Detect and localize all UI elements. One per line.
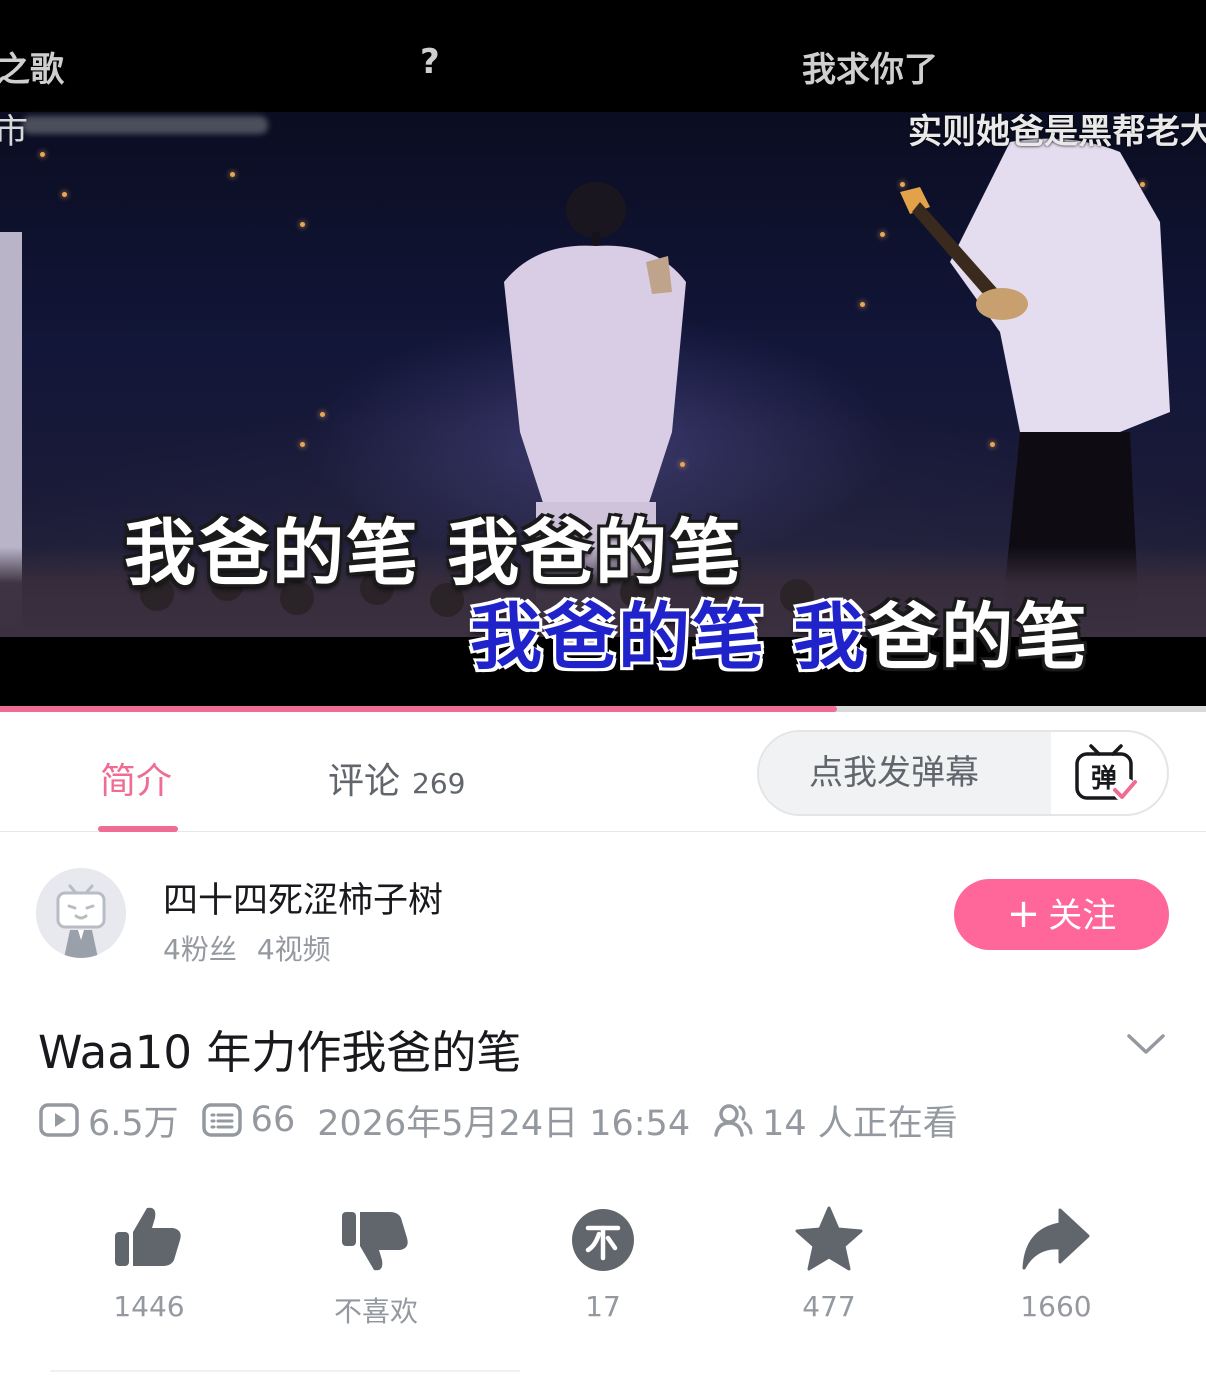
dislike-icon [342,1212,408,1271]
danmaku-comment: 市 [0,112,28,152]
share-count: 1660 [1020,1290,1092,1323]
viewers-icon [714,1104,753,1137]
uploader-stats: 4粉丝 4视频 [163,928,331,968]
video-player[interactable]: 之歌 ? 我求你了 市 实则她爸是黑帮老大 我爸的笔 我爸的笔 我爸的笔 我爸的… [0,0,1206,712]
like-count: 1446 [113,1290,185,1323]
danmaku-comment: 之歌 [0,50,64,90]
favorite-button[interactable]: 477 [749,1204,909,1323]
danmaku-comment: 我求你了 [802,50,938,90]
danmaku-comment: ? [420,42,440,82]
share-button[interactable]: 1660 [976,1204,1136,1323]
comment-count: 269 [412,767,466,800]
chevron-down-icon[interactable] [1126,1030,1166,1060]
tab-intro-label: 简介 [100,761,173,802]
coin-count: 17 [585,1290,621,1323]
avatar[interactable] [36,868,126,958]
watching-count: 14 人正在看 [762,1103,958,1144]
follow-button[interactable]: + 关注 [954,879,1169,950]
tab-intro[interactable]: 简介 [100,752,172,804]
publish-date: 2026年5月24日 16:54 [317,1103,691,1144]
follow-label: 关注 [1048,896,1117,936]
danmaku-bar: 点我发弹幕 弹 [757,730,1169,816]
karaoke-lyric-line-2: 我爸的笔 我爸的笔 [470,578,1089,683]
tab-active-indicator [98,826,178,832]
share-icon [1022,1208,1090,1270]
plus-icon: + [1006,891,1041,937]
view-count: 6.5万 [88,1103,179,1144]
dislike-button[interactable]: 不喜欢 [296,1204,456,1330]
tab-comments-label: 评论 [328,761,401,802]
uploader-name[interactable]: 四十四死涩柿子树 [163,872,443,923]
lyric-sung-part: 我爸的笔 我 [470,595,868,679]
play-count-icon [39,1103,79,1137]
blurred-danmaku [22,116,268,134]
danmaku-toggle-icon[interactable]: 弹 [1073,742,1139,804]
tab-comments[interactable]: 评论 269 [328,752,465,804]
video-title: Waa10 年力作我爸的笔 [38,1026,522,1079]
coin-button[interactable]: 17 [523,1204,683,1323]
like-icon [115,1207,181,1266]
uploader-fans: 4粉丝 [163,933,237,966]
coin-icon [572,1209,634,1271]
danmaku-input[interactable]: 点我发弹幕 [759,732,1051,814]
video-meta: 6.5万 66 2026年5月24日 16:54 14 人正在看 [38,1098,958,1144]
uploader-videos: 4视频 [256,933,331,966]
favorite-count: 477 [802,1290,856,1323]
divider [50,1370,520,1372]
favorite-icon [795,1206,863,1271]
dislike-label: 不喜欢 [333,1295,418,1328]
danmaku-count-icon [201,1103,242,1137]
danmaku-count: 66 [250,1100,296,1140]
lyric-unsung-part: 爸的笔 [867,595,1090,679]
danmaku-comment: 实则她爸是黑帮老大 [908,112,1206,152]
like-button[interactable]: 1446 [69,1204,229,1323]
